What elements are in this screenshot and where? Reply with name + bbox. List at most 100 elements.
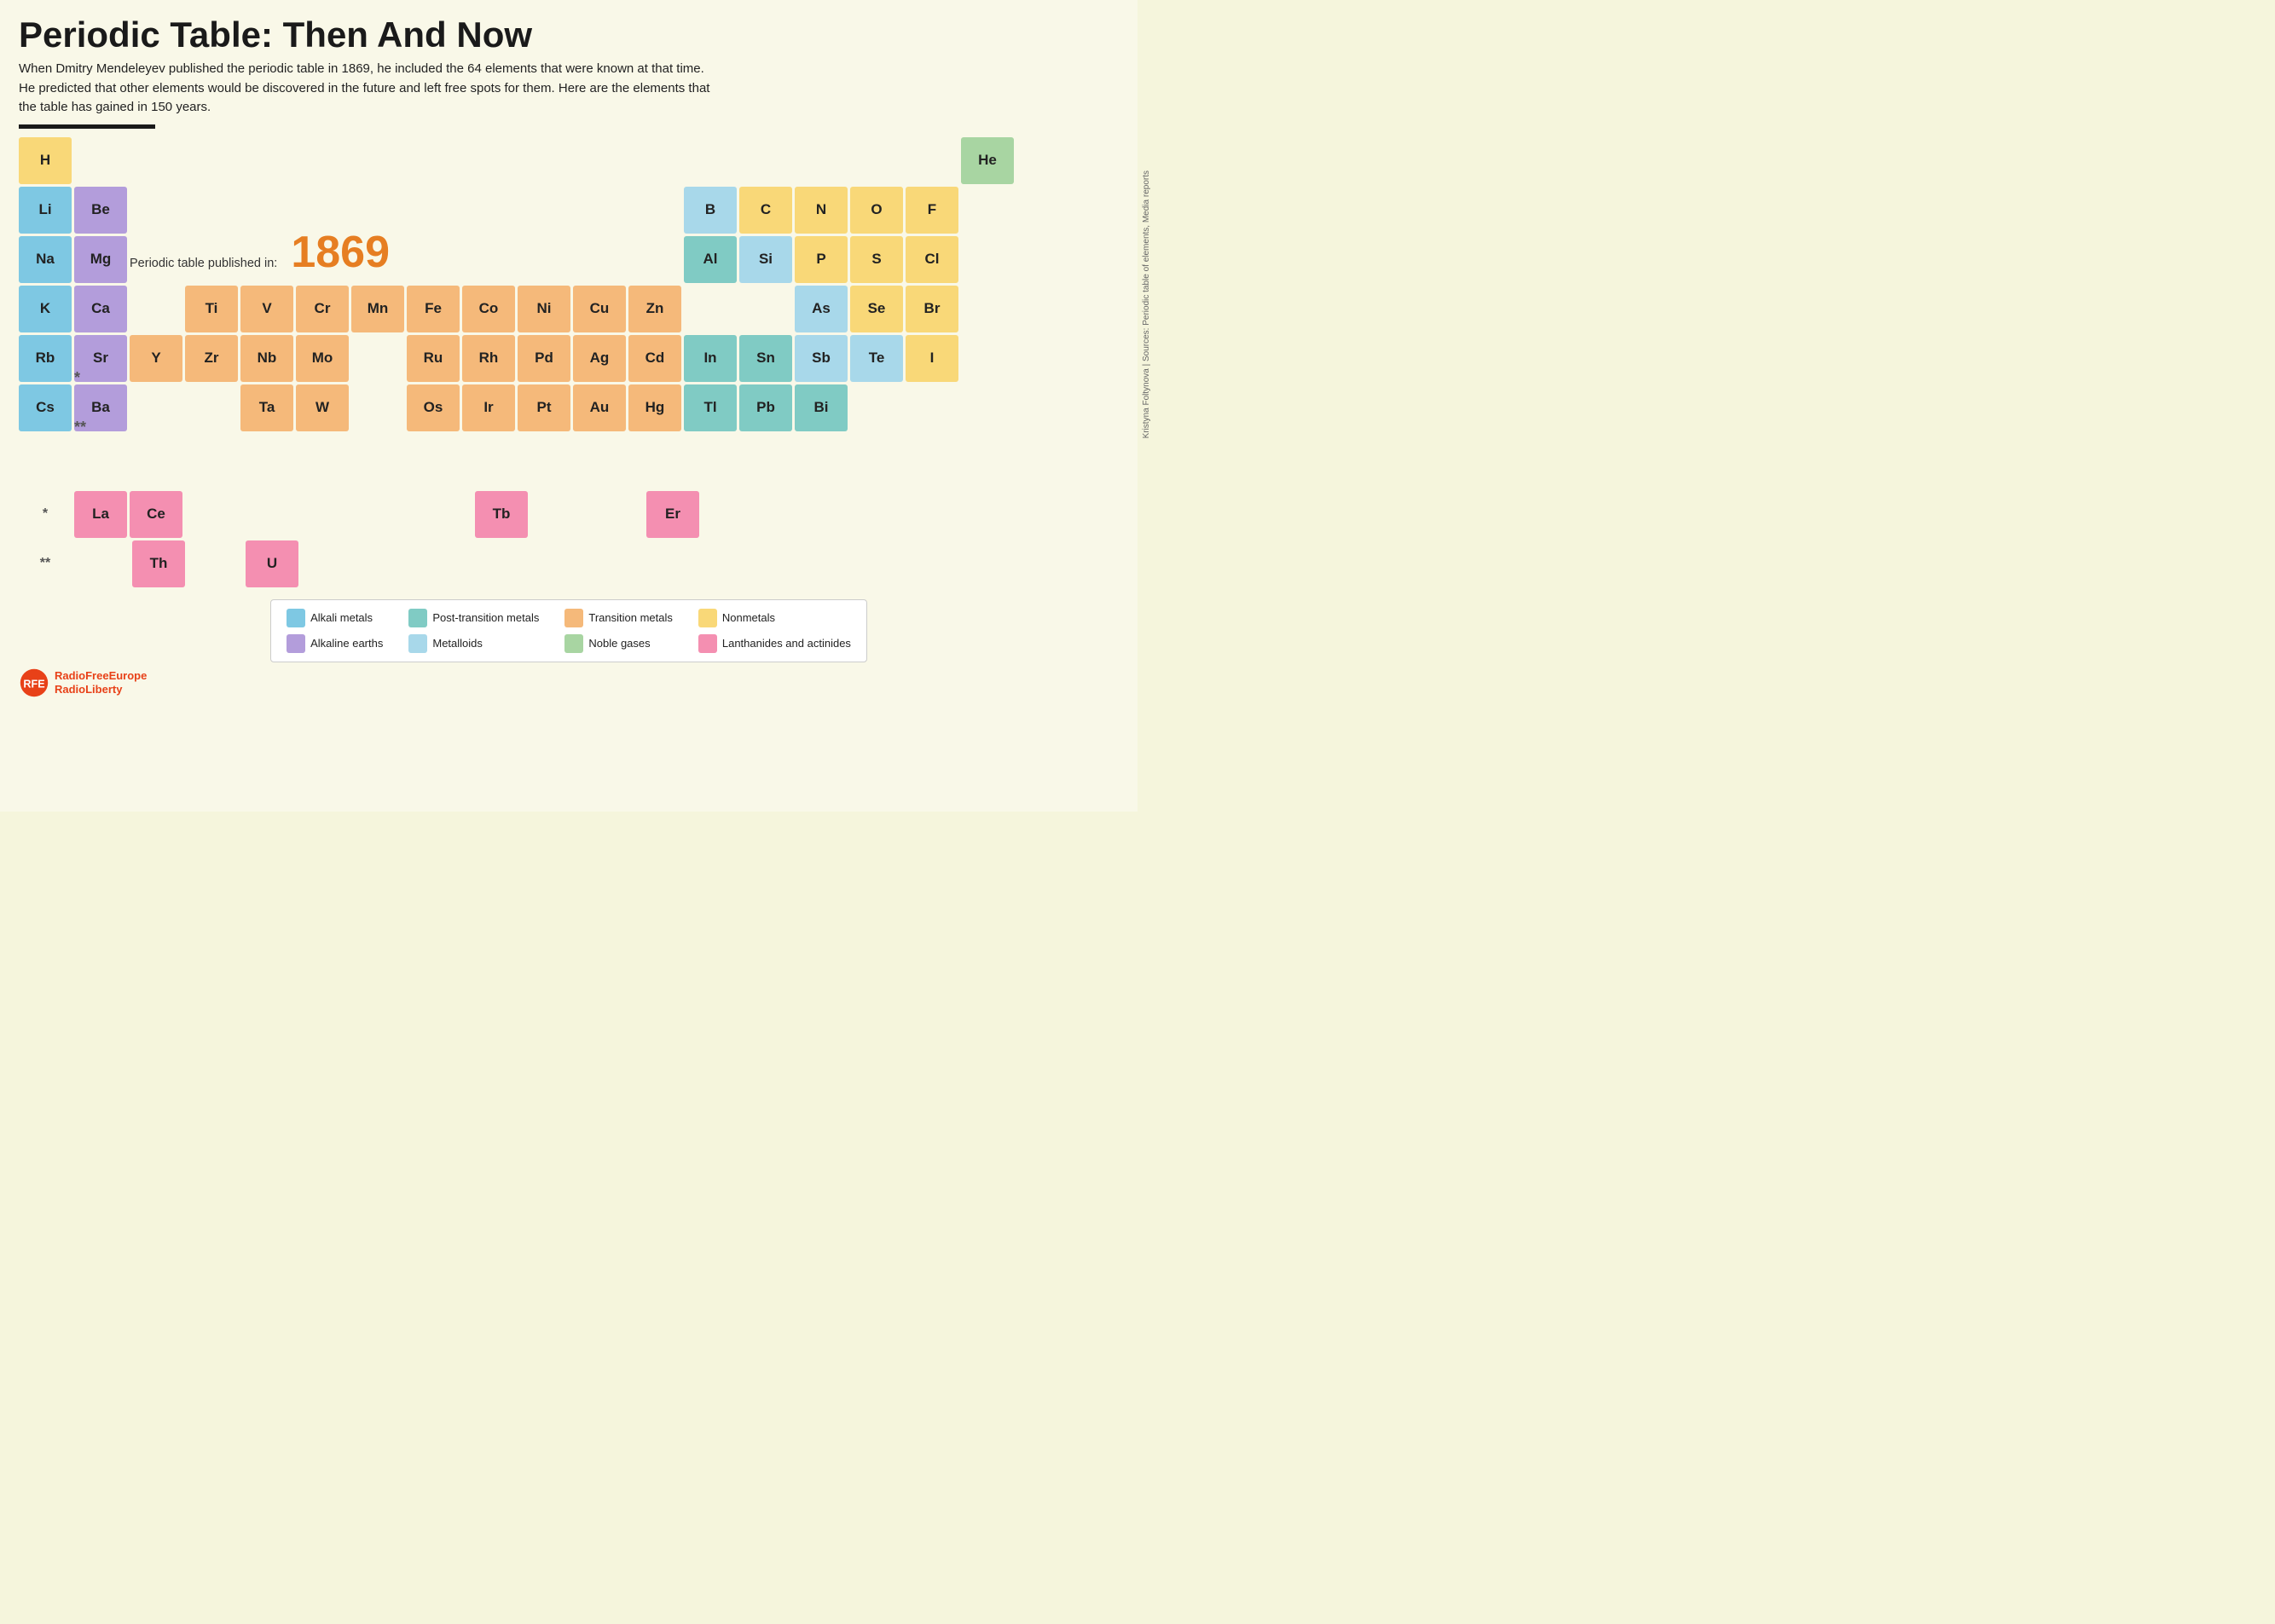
cell-r2-c7 xyxy=(351,187,404,234)
cell-r7-c16 xyxy=(850,434,903,481)
cell-r7-c3 xyxy=(130,434,182,481)
logo-line2: RadioLiberty xyxy=(55,683,147,696)
element-U: U xyxy=(246,540,298,587)
legend-swatch xyxy=(408,634,427,653)
legend-label: Alkaline earths xyxy=(310,637,383,650)
element-Pb: Pb xyxy=(739,384,792,431)
element-Tb: Tb xyxy=(475,491,528,538)
legend-swatch xyxy=(564,609,583,627)
svg-text:RFE: RFE xyxy=(23,678,44,690)
element-Ni: Ni xyxy=(518,286,570,332)
element-V: V xyxy=(240,286,293,332)
element-Pd: Pd xyxy=(518,335,570,382)
element-Fe: Fe xyxy=(407,286,460,332)
legend-swatch xyxy=(564,634,583,653)
cell-r3-c9 xyxy=(462,236,515,283)
cell-r1-c6 xyxy=(296,137,349,184)
legend-label: Alkali metals xyxy=(310,611,373,624)
cell-r1-c14 xyxy=(739,137,792,184)
element-Be: Be xyxy=(74,187,127,234)
legend-swatch xyxy=(287,634,305,653)
legend-label: Noble gases xyxy=(588,637,650,650)
element-C: C xyxy=(739,187,792,234)
cell-r2-c18 xyxy=(961,187,1014,234)
legend-item-transition-metals: Transition metals xyxy=(564,609,673,627)
cell-r1-c2 xyxy=(74,137,127,184)
cell-r7-c11 xyxy=(573,434,626,481)
element-Ir: Ir xyxy=(462,384,515,431)
element-Te: Te xyxy=(850,335,903,382)
asterisk-row2: ** xyxy=(74,419,86,436)
cell-r3-c8 xyxy=(407,236,460,283)
page-title: Periodic Table: Then And Now xyxy=(19,15,1119,55)
lanthanide-section: * La Ce Tb Er ** Th U xyxy=(19,491,1119,587)
cell-r1-c5 xyxy=(240,137,293,184)
element-Y: Y xyxy=(130,335,182,382)
element-Br: Br xyxy=(906,286,958,332)
actinide-asterisk: ** xyxy=(19,556,72,571)
element-P: P xyxy=(795,236,848,283)
element-He: He xyxy=(961,137,1014,184)
cell-r2-c12 xyxy=(628,187,681,234)
element-K: K xyxy=(19,286,72,332)
element-Cu: Cu xyxy=(573,286,626,332)
element-Cs: Cs xyxy=(19,384,72,431)
cell-r7-c2 xyxy=(74,434,127,481)
cell-r2-c4 xyxy=(185,187,238,234)
element-Bi: Bi xyxy=(795,384,848,431)
element-Os: Os xyxy=(407,384,460,431)
element-Al: Al xyxy=(684,236,737,283)
legend-item-metalloids: Metalloids xyxy=(408,634,539,653)
cell-r3-c12 xyxy=(628,236,681,283)
legend-label: Transition metals xyxy=(588,611,673,624)
element-Mn: Mn xyxy=(351,286,404,332)
element-Mg: Mg xyxy=(74,236,127,283)
element-Ce: Ce xyxy=(130,491,182,538)
cell-r7-c8 xyxy=(407,434,460,481)
element-Cl: Cl xyxy=(906,236,958,283)
legend-item-lanthanides-and-actinides: Lanthanides and actinides xyxy=(698,634,851,653)
periodic-table-wrapper: HHeLiBeBCNOFNaMgAlSiPSClKCaTiVCrMnFeCoNi… xyxy=(19,137,1119,481)
logo-area: RFE RadioFreeEurope RadioLiberty xyxy=(19,668,1119,698)
cell-r2-c6 xyxy=(296,187,349,234)
cell-r5-c18 xyxy=(961,335,1014,382)
element-Nb: Nb xyxy=(240,335,293,382)
cell-r6-c18 xyxy=(961,384,1014,431)
cell-r3-c18 xyxy=(961,236,1014,283)
cell-r2-c5 xyxy=(240,187,293,234)
element-Li: Li xyxy=(19,187,72,234)
cell-r1-c7 xyxy=(351,137,404,184)
cell-r2-c10 xyxy=(518,187,570,234)
cell-r2-c9 xyxy=(462,187,515,234)
element-Ca: Ca xyxy=(74,286,127,332)
element-Co: Co xyxy=(462,286,515,332)
cell-r3-c3 xyxy=(130,236,182,283)
cell-r7-c5 xyxy=(240,434,293,481)
element-Rh: Rh xyxy=(462,335,515,382)
legend: Alkali metalsPost-transition metalsTrans… xyxy=(270,599,867,662)
cell-r1-c11 xyxy=(573,137,626,184)
cell-r1-c3 xyxy=(130,137,182,184)
lanthanide-asterisk: * xyxy=(19,506,72,522)
cell-r2-c11 xyxy=(573,187,626,234)
source-text: Kristyna Foltynova | Sources: Periodic t… xyxy=(1142,170,1151,438)
legend-label: Lanthanides and actinides xyxy=(722,637,851,650)
cell-r1-c13 xyxy=(684,137,737,184)
cell-r6-c4 xyxy=(185,384,238,431)
cell-r6-c7 xyxy=(351,384,404,431)
cell-r6-c3 xyxy=(130,384,182,431)
cell-r1-c4 xyxy=(185,137,238,184)
element-Mo: Mo xyxy=(296,335,349,382)
cell-r7-c18 xyxy=(961,434,1014,481)
cell-r5-c7 xyxy=(351,335,404,382)
cell-r2-c3 xyxy=(130,187,182,234)
element-B: B xyxy=(684,187,737,234)
element-Ta: Ta xyxy=(240,384,293,431)
element-Sb: Sb xyxy=(795,335,848,382)
element-Ag: Ag xyxy=(573,335,626,382)
element-Cd: Cd xyxy=(628,335,681,382)
cell-r3-c11 xyxy=(573,236,626,283)
legend-label: Metalloids xyxy=(432,637,483,650)
cell-r7-c17 xyxy=(906,434,958,481)
element-S: S xyxy=(850,236,903,283)
